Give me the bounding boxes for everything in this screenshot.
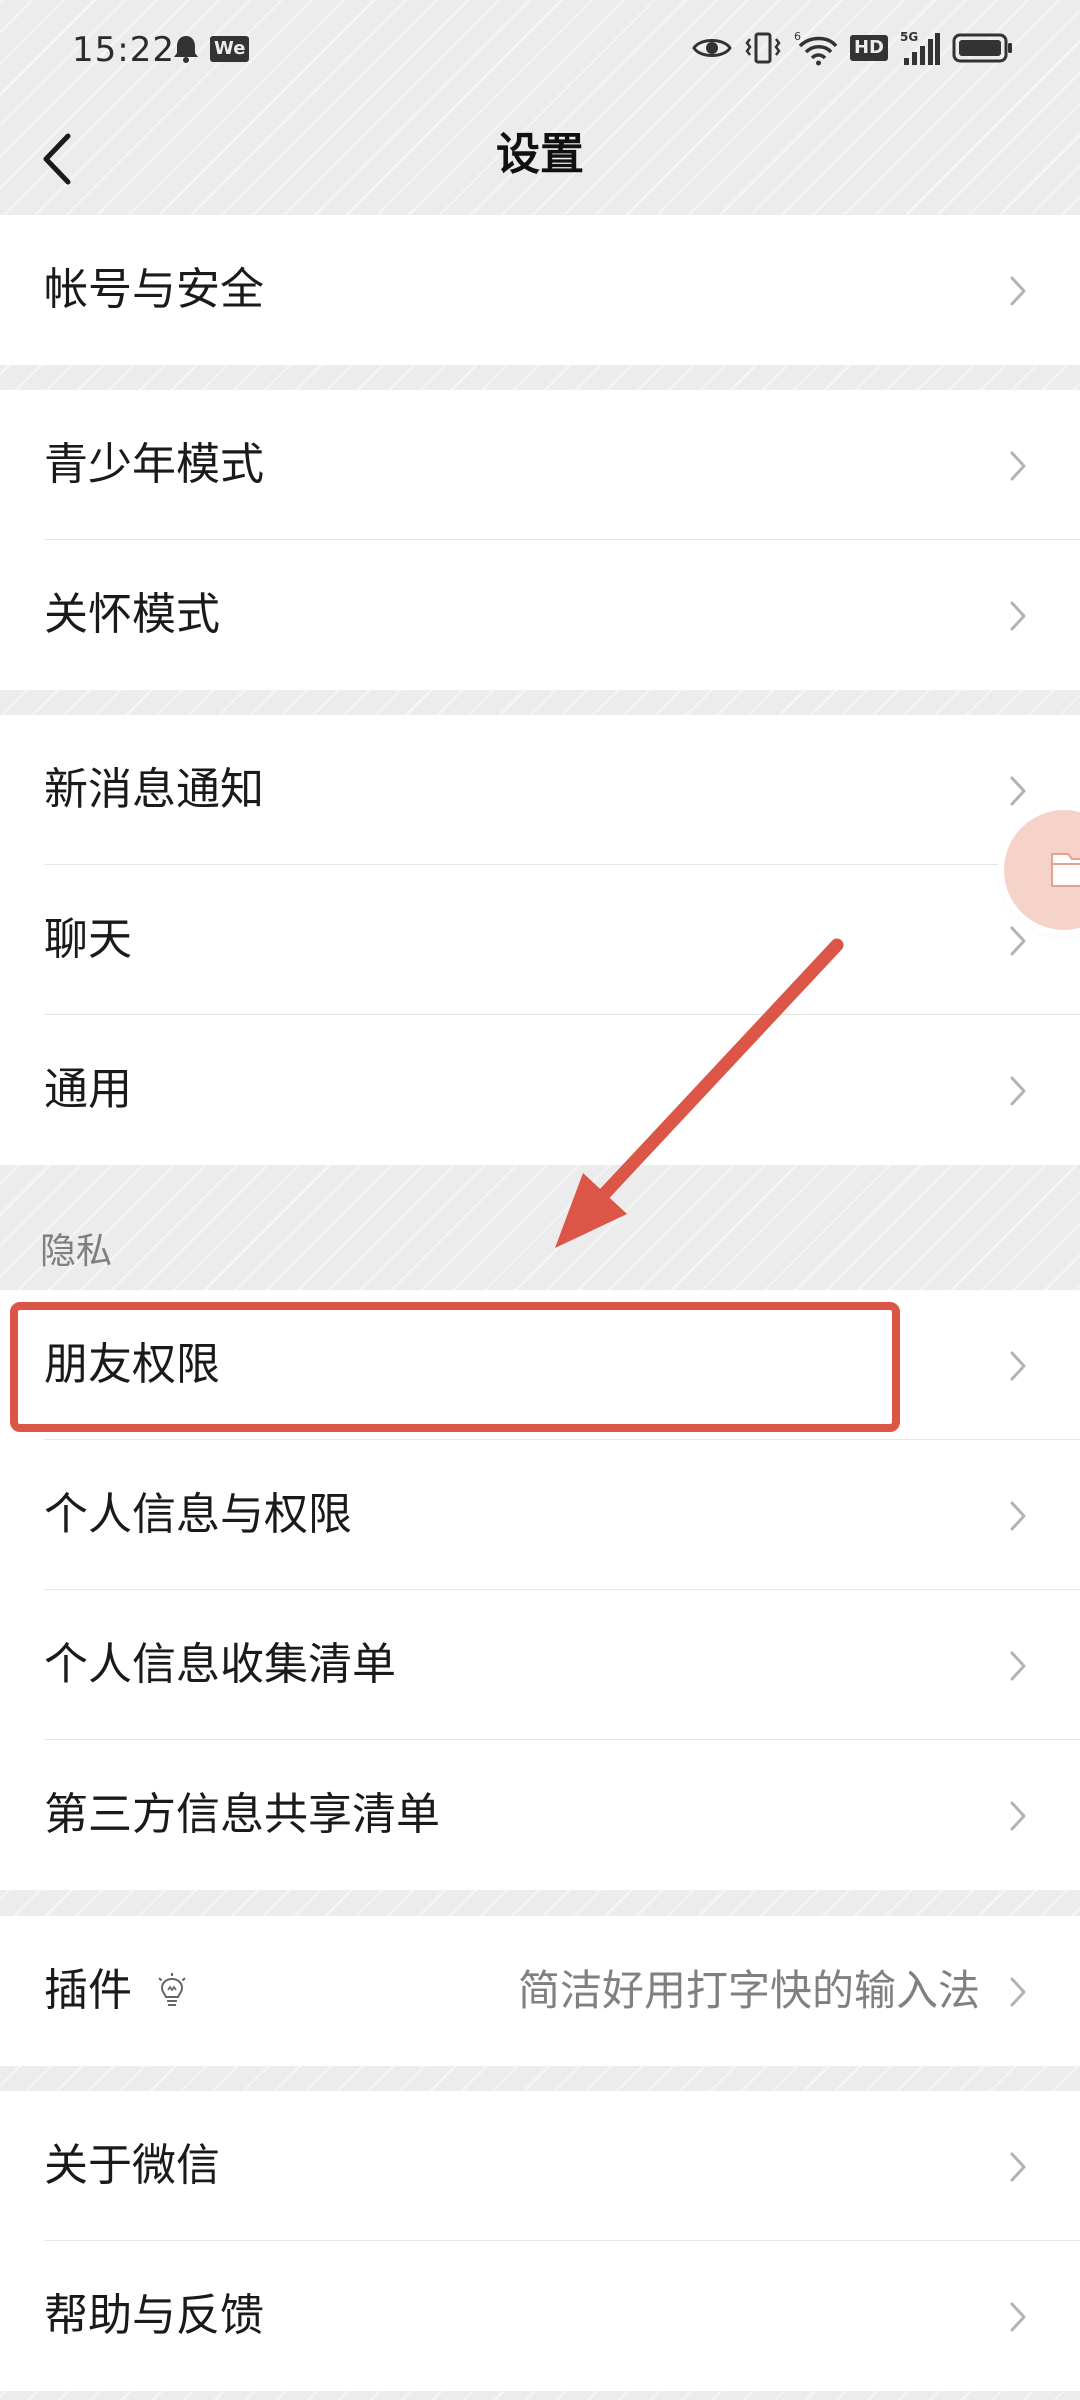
settings-item-friend-permissions[interactable]: 朋友权限 [0, 1290, 1080, 1440]
settings-item-chat[interactable]: 聊天 [0, 865, 1080, 1015]
status-time: 15:22 [72, 30, 175, 70]
settings-item-label: 帮助与反馈 [44, 2290, 264, 2341]
settings-item-label: 朋友权限 [44, 1339, 220, 1390]
settings-item-label: 帐号与安全 [44, 264, 264, 315]
settings-item-label: 关于微信 [44, 2140, 220, 2191]
status-left-icons: We [172, 34, 250, 64]
settings-item-new-message-notifications[interactable]: 新消息通知 [0, 715, 1080, 865]
settings-item-label: 个人信息收集清单 [44, 1639, 396, 1690]
lightbulb-icon [158, 1973, 186, 2006]
battery-icon [952, 33, 1012, 63]
settings-item-help-feedback[interactable]: 帮助与反馈 [0, 2241, 1080, 2391]
settings-item-label: 插件 [44, 1965, 132, 2016]
settings-item-general[interactable]: 通用 [0, 1015, 1080, 1165]
settings-item-third-party-sharing-list[interactable]: 第三方信息共享清单 [0, 1740, 1080, 1890]
chevron-right-icon [1010, 2152, 1026, 2182]
wifi-icon: 6 [794, 30, 838, 66]
bell-icon [174, 36, 198, 63]
hd-badge: HD [849, 35, 888, 61]
settings-item-label: 个人信息与权限 [44, 1489, 352, 1540]
chevron-right-icon [1010, 926, 1026, 956]
page-title: 设置 [496, 129, 584, 180]
chevron-right-icon [1010, 601, 1026, 631]
chevron-right-icon [1010, 451, 1026, 481]
chevron-right-icon [1010, 1351, 1026, 1381]
settings-group-about: 关于微信 帮助与反馈 [0, 2091, 1080, 2391]
plugins-value: 简洁好用打字快的输入法 [517, 1966, 980, 2015]
signal-5g-icon: 5G [900, 30, 940, 65]
chevron-right-icon [1010, 1801, 1026, 1831]
svg-text:5G: 5G [900, 30, 918, 44]
chevron-right-icon [1010, 1501, 1026, 1531]
chevron-right-icon [1010, 1076, 1026, 1106]
settings-item-label: 关怀模式 [44, 589, 220, 640]
settings-item-label: 聊天 [44, 914, 132, 965]
chevron-right-icon [1010, 776, 1026, 806]
eye-icon [692, 39, 732, 57]
svg-text:6: 6 [794, 30, 801, 43]
settings-item-label: 通用 [44, 1064, 132, 1115]
settings-item-personal-info-collection-list[interactable]: 个人信息收集清单 [0, 1590, 1080, 1740]
settings-item-care-mode[interactable]: 关怀模式 [0, 540, 1080, 690]
chevron-right-icon [1010, 1977, 1026, 2007]
chevron-right-icon [1010, 2302, 1026, 2332]
nav-bar: 设置 [0, 104, 1080, 214]
status-bar: 15:22 We 6 HD 5G [0, 0, 1080, 104]
settings-group-general: 新消息通知 聊天 通用 [0, 715, 1080, 1165]
settings-item-account-security[interactable]: 帐号与安全 [0, 215, 1080, 365]
chevron-right-icon [1010, 276, 1026, 306]
settings-item-personal-info-permissions[interactable]: 个人信息与权限 [0, 1440, 1080, 1590]
settings-item-about-wechat[interactable]: 关于微信 [0, 2091, 1080, 2241]
settings-item-teen-mode[interactable]: 青少年模式 [0, 390, 1080, 540]
settings-item-plugins[interactable]: 插件 简洁好用打字快的输入法 [0, 1916, 1080, 2066]
vibrate-icon [745, 32, 781, 64]
folder-icon [1051, 853, 1080, 887]
section-header-privacy: 隐私 [40, 1231, 113, 1272]
settings-group-account: 帐号与安全 [0, 215, 1080, 365]
settings-group-privacy: 朋友权限 个人信息与权限 个人信息收集清单 第三方信息共享清单 [0, 1290, 1080, 1890]
settings-group-plugins: 插件 简洁好用打字快的输入法 [0, 1916, 1080, 2066]
settings-group-modes: 青少年模式 关怀模式 [0, 390, 1080, 690]
wechat-we-badge: We [210, 36, 250, 62]
settings-item-label: 新消息通知 [44, 764, 264, 815]
chevron-right-icon [1010, 1651, 1026, 1681]
settings-item-label: 第三方信息共享清单 [44, 1789, 440, 1840]
settings-item-label: 青少年模式 [44, 439, 264, 490]
status-right-icons: 6 HD 5G [692, 30, 1014, 66]
